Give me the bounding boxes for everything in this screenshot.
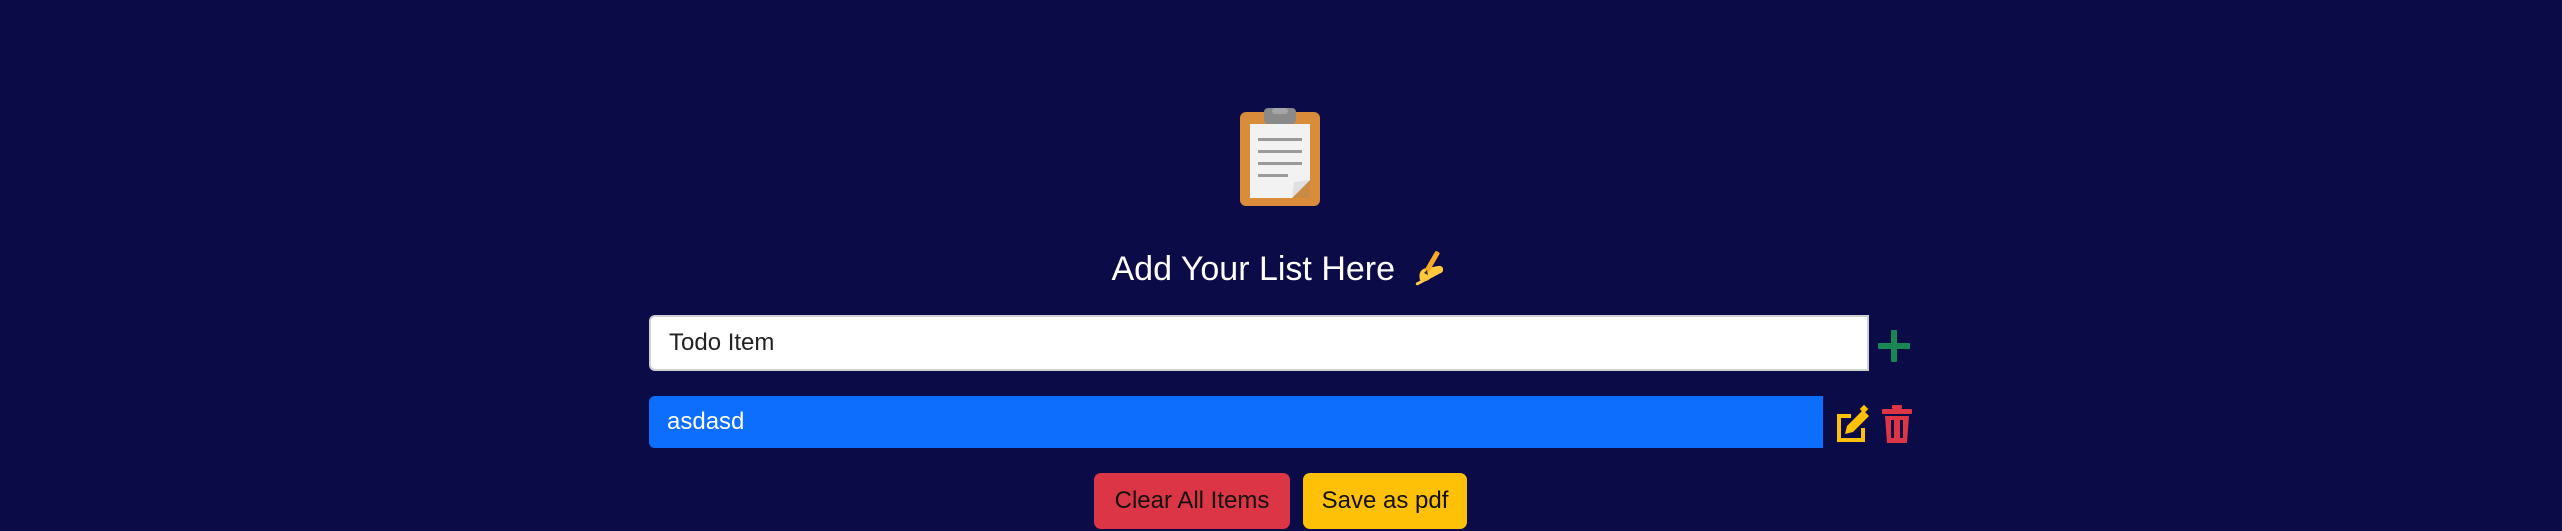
todo-app: Add Your List Here asdasd Clear All Item…: [0, 0, 2562, 531]
trash-icon[interactable]: [1880, 404, 1914, 444]
save-as-pdf-button[interactable]: Save as pdf: [1303, 473, 1467, 529]
plus-icon[interactable]: [1876, 328, 1912, 364]
list-item: asdasd: [649, 396, 1823, 448]
todo-item-input[interactable]: [649, 315, 1869, 371]
clear-all-items-button[interactable]: Clear All Items: [1094, 473, 1290, 529]
page-title-text: Add Your List Here: [1111, 250, 1396, 288]
writing-hand-icon: [1416, 251, 1444, 286]
clipboard-icon: [1240, 108, 1320, 206]
list-item-text: asdasd: [667, 408, 745, 435]
page-title: Add Your List Here: [0, 246, 2562, 289]
edit-icon[interactable]: [1831, 404, 1871, 444]
